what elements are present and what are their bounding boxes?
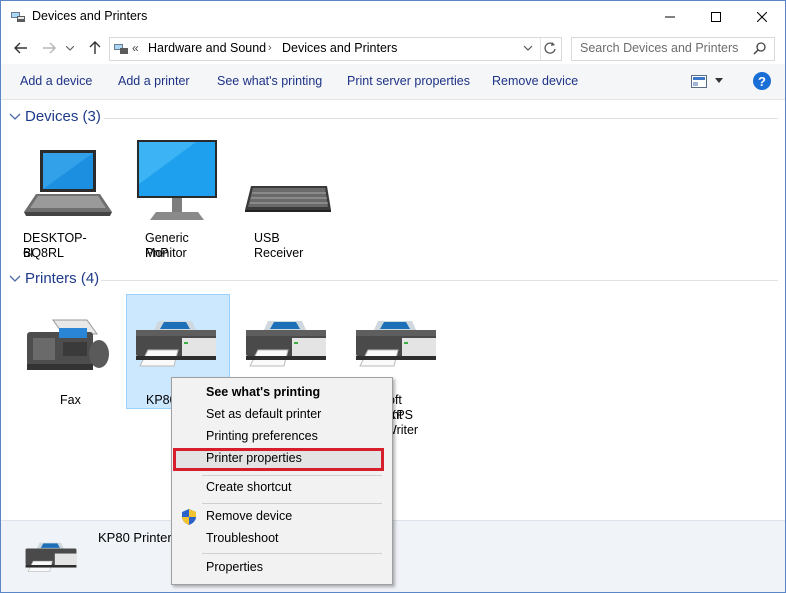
menu-separator xyxy=(202,475,382,476)
menu-item-printing-preferences[interactable]: Printing preferences xyxy=(172,426,392,448)
printer-icon xyxy=(356,321,436,367)
change-view-icon[interactable] xyxy=(691,75,707,88)
see-whats-printing-button[interactable]: See what's printing xyxy=(217,74,322,88)
device-label-line1: USB Receiver xyxy=(254,231,304,260)
keyboard-icon xyxy=(245,186,331,212)
window-title: Devices and Printers xyxy=(32,9,148,23)
details-device-name: KP80 Printer xyxy=(98,530,172,545)
refresh-icon[interactable] xyxy=(543,41,557,55)
menu-item-printer-properties[interactable]: Printer properties xyxy=(172,448,392,470)
collapse-chevron-icon[interactable] xyxy=(9,273,21,285)
navigation-row: « Hardware and Sound › Devices and Print… xyxy=(1,32,785,64)
breadcrumb-devices-and-printers[interactable]: Devices and Printers xyxy=(282,41,397,55)
menu-item-properties[interactable]: Properties xyxy=(172,557,392,579)
chevron-down-icon xyxy=(66,45,74,51)
printers-group-divider xyxy=(101,280,778,281)
uac-shield-icon xyxy=(182,509,196,525)
printers-group-header[interactable]: Printers (4) xyxy=(9,270,99,287)
back-button[interactable] xyxy=(12,39,30,57)
recent-locations-button[interactable] xyxy=(64,39,76,57)
devices-and-printers-window: Devices and Printers « Hardware and Soun… xyxy=(0,0,786,593)
forward-button[interactable] xyxy=(40,39,58,57)
details-pane: KP80 Printer xyxy=(1,520,785,592)
devices-printers-app-icon xyxy=(11,12,25,22)
device-label-line2: Monitor xyxy=(145,246,187,260)
back-arrow-icon xyxy=(14,42,27,54)
menu-item-troubleshoot[interactable]: Troubleshoot xyxy=(172,528,392,550)
fax-icon xyxy=(27,319,109,370)
overflow-chevron-icon[interactable]: « xyxy=(132,41,139,55)
printer-icon xyxy=(25,542,77,572)
print-server-properties-button[interactable]: Print server properties xyxy=(347,74,470,88)
devices-group-divider xyxy=(104,118,778,119)
maximize-button[interactable] xyxy=(693,1,739,32)
menu-item-label: Printing preferences xyxy=(206,429,318,443)
address-dropdown-icon[interactable] xyxy=(523,43,533,53)
laptop-icon xyxy=(24,150,112,216)
monitor-icon xyxy=(137,140,217,220)
search-icon[interactable] xyxy=(753,41,767,55)
printers-group-title: Printers (4) xyxy=(25,270,100,287)
minimize-button[interactable] xyxy=(647,1,693,32)
collapse-chevron-icon[interactable] xyxy=(9,111,21,123)
device-label-line2: 6I xyxy=(23,246,34,260)
menu-item-set-default-printer[interactable]: Set as default printer xyxy=(172,404,392,426)
address-divider xyxy=(540,38,541,60)
menu-separator xyxy=(202,503,382,504)
menu-item-label: See what's printing xyxy=(206,385,321,399)
menu-item-label: Set as default printer xyxy=(206,407,322,421)
breadcrumb-separator-icon[interactable]: › xyxy=(268,42,272,54)
close-icon xyxy=(757,11,767,22)
search-placeholder[interactable]: Search Devices and Printers xyxy=(580,41,738,55)
menu-item-see-whats-printing[interactable]: See what's printing xyxy=(172,382,392,404)
devices-group-title: Devices (3) xyxy=(25,108,101,125)
devices-group-header[interactable]: Devices (3) xyxy=(9,108,101,125)
remove-device-button[interactable]: Remove device xyxy=(492,74,578,88)
printer-icon xyxy=(136,321,216,367)
search-box[interactable]: Search Devices and Printers xyxy=(571,37,775,61)
add-device-button[interactable]: Add a device xyxy=(20,74,92,88)
maximize-icon xyxy=(711,11,721,22)
menu-item-label: Properties xyxy=(206,560,263,574)
menu-item-label: Create shortcut xyxy=(206,480,292,494)
context-menu: See what's printing Set as default print… xyxy=(171,377,393,585)
menu-item-label: Troubleshoot xyxy=(206,531,279,545)
help-button[interactable]: ? xyxy=(753,72,771,90)
menu-item-create-shortcut[interactable]: Create shortcut xyxy=(172,477,392,499)
up-arrow-icon xyxy=(89,41,101,54)
command-bar: Add a device Add a printer See what's pr… xyxy=(1,64,785,100)
minimize-icon xyxy=(665,16,675,17)
up-button[interactable] xyxy=(86,39,104,57)
view-dropdown-icon[interactable] xyxy=(715,78,723,84)
printer-icon xyxy=(246,321,326,367)
forward-arrow-icon xyxy=(43,42,56,54)
menu-item-label: Remove device xyxy=(206,509,293,523)
device-label-line1: Fax xyxy=(60,393,81,407)
control-panel-icon xyxy=(114,44,128,54)
add-printer-button[interactable]: Add a printer xyxy=(118,74,190,88)
address-bar[interactable]: « Hardware and Sound › Devices and Print… xyxy=(109,37,562,61)
title-bar: Devices and Printers xyxy=(1,1,785,32)
menu-item-remove-device[interactable]: Remove device xyxy=(172,506,392,528)
close-button[interactable] xyxy=(739,1,785,32)
breadcrumb-hardware-and-sound[interactable]: Hardware and Sound xyxy=(148,41,266,55)
menu-item-label: Printer properties xyxy=(206,451,302,465)
menu-separator xyxy=(202,553,382,554)
